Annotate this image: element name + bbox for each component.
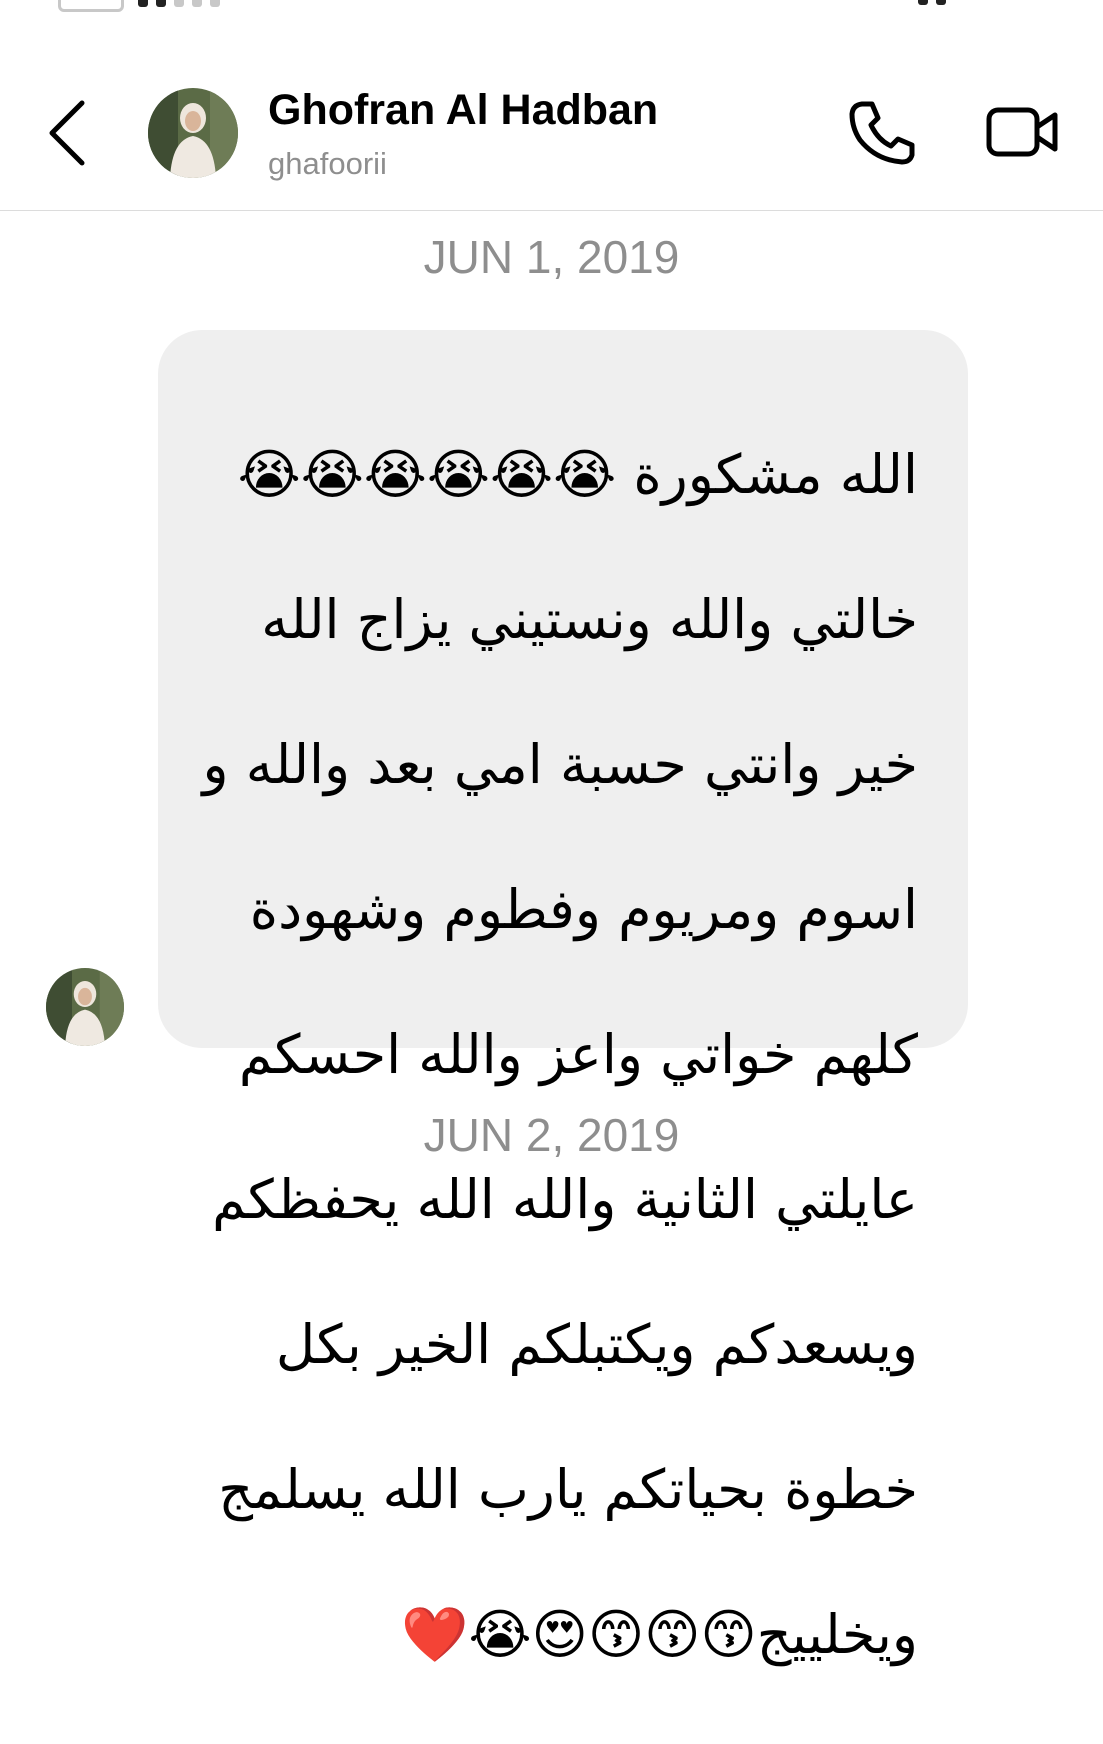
contact-name[interactable]: Ghofran Al Hadban [268, 86, 658, 135]
back-button[interactable] [38, 95, 98, 171]
message-line: خالتي والله ونستيني يزاج الله [261, 587, 918, 651]
contact-username: ghafoorii [268, 146, 387, 181]
message-line: اسوم ومريوم وفطوم وشهودة [249, 877, 918, 941]
chat-header: Ghofran Al Hadban ghafoorii [0, 0, 1103, 211]
call-button[interactable] [848, 98, 918, 168]
message-text: الله مشكورة 😭😭😭😭😭😭 خالتي والله ونستيني ي… [198, 366, 918, 1744]
video-call-button[interactable] [985, 100, 1061, 164]
message-line: خطوة بحياتكم يارب الله يسلمج [218, 1457, 918, 1521]
message-bubble[interactable]: الله مشكورة 😭😭😭😭😭😭 خالتي والله ونستيني ي… [158, 330, 968, 1666]
video-camera-icon [986, 107, 1058, 157]
message-line: خير وانتي حسبة امي بعد والله و [202, 732, 918, 796]
date-separator: JUN 2, 2019 [423, 1109, 680, 1161]
message-line: كلهم خواتي واعز والله احسكم [238, 1022, 918, 1086]
chevron-left-icon [49, 100, 85, 166]
message-line: ويخلييج😙😙😙😍😭❤️ [401, 1602, 918, 1666]
message-line: الله مشكورة 😭😭😭😭😭😭 [237, 442, 918, 506]
contact-avatar[interactable] [148, 88, 238, 178]
date-separator: JUN 1, 2019 [423, 231, 680, 283]
phone-icon [849, 101, 915, 165]
message-line: ويسعدكم ويكتبلكم الخير بكل [275, 1312, 918, 1376]
sender-avatar[interactable] [46, 968, 124, 1046]
